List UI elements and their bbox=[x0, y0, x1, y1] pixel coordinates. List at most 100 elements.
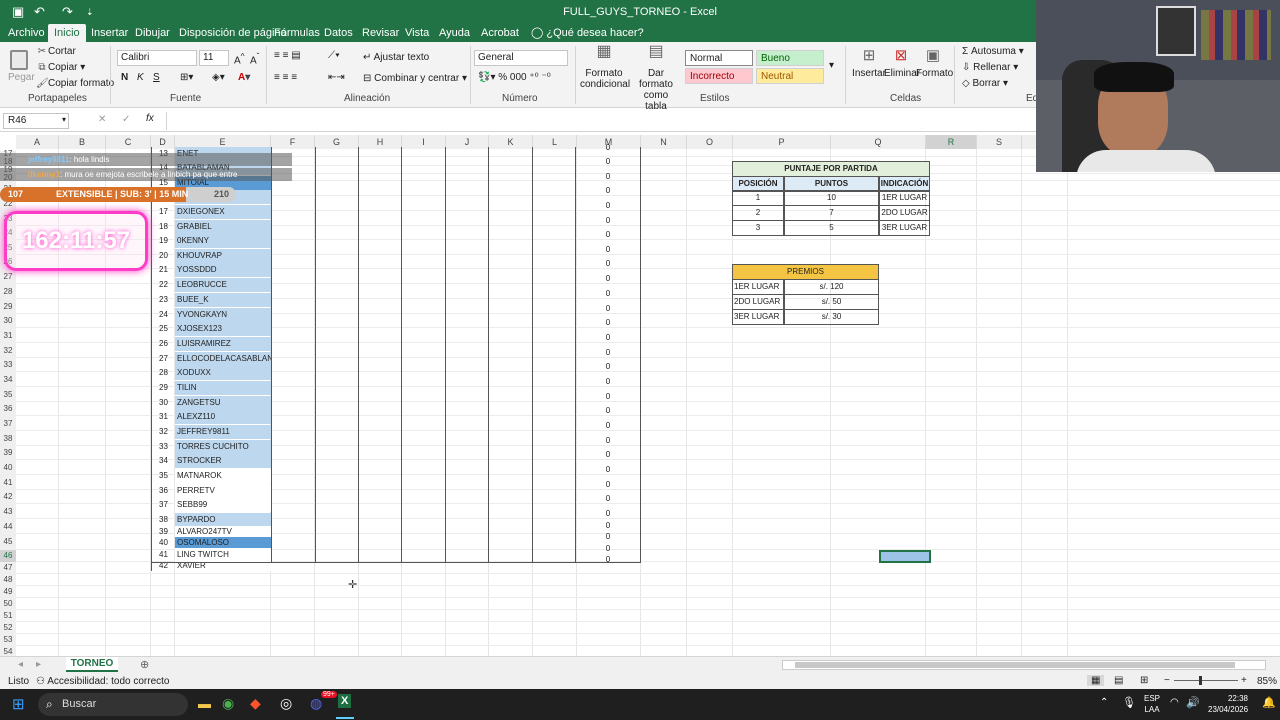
style-bueno[interactable]: Bueno bbox=[756, 50, 824, 66]
copy-button[interactable]: ⧉ Copiar ▾ bbox=[36, 62, 85, 73]
row-header[interactable]: 31 bbox=[0, 328, 16, 343]
font-size-combo[interactable]: 11 bbox=[199, 50, 229, 66]
borders-icon[interactable]: ⊞▾ bbox=[180, 72, 193, 83]
puntaje-cell[interactable]: 3ER LUGAR bbox=[879, 220, 930, 236]
row-header[interactable]: 36 bbox=[0, 402, 16, 416]
indent-icon[interactable]: ⇤⇥ bbox=[328, 72, 345, 83]
clear-button[interactable]: ◇ Borrar ▾ bbox=[962, 78, 1008, 89]
file-explorer-icon[interactable]: ▬ bbox=[198, 696, 211, 711]
row-header[interactable]: 27 bbox=[0, 269, 16, 284]
zoom-in-icon[interactable]: + bbox=[1241, 675, 1247, 686]
tray-chevron-icon[interactable]: ⌃ bbox=[1100, 697, 1108, 708]
windows-start-icon[interactable]: ⊞ bbox=[12, 695, 25, 713]
row-header[interactable]: 33 bbox=[0, 358, 16, 372]
discord-icon[interactable]: ◍ bbox=[310, 695, 322, 712]
autosum-button[interactable]: Σ Autosuma ▾ bbox=[962, 46, 1024, 57]
conditional-format-button[interactable]: ▦ Formato condicional bbox=[580, 44, 630, 91]
wifi-icon[interactable]: ◠ bbox=[1170, 697, 1179, 708]
row-header[interactable]: 48 bbox=[0, 574, 16, 586]
align-left-icon[interactable]: ≡ ≡ ≡ bbox=[274, 72, 297, 83]
premios-title[interactable]: PREMIOS bbox=[732, 264, 879, 280]
bold-button[interactable]: N bbox=[121, 72, 128, 83]
premios-cell[interactable]: 1ER LUGAR bbox=[732, 279, 784, 295]
excel-icon[interactable]: X bbox=[338, 694, 352, 708]
row-header[interactable]: 49 bbox=[0, 586, 16, 598]
row-header[interactable]: 37 bbox=[0, 416, 16, 431]
increase-font-icon[interactable]: A^ bbox=[234, 51, 245, 66]
zoom-out-icon[interactable]: − bbox=[1164, 675, 1170, 686]
row-header[interactable]: 52 bbox=[0, 622, 16, 634]
paste-button[interactable]: Pegar bbox=[8, 50, 35, 83]
font-color-icon[interactable]: A▾ bbox=[238, 72, 250, 83]
style-incorrecto[interactable]: Incorrecto bbox=[685, 68, 753, 84]
tab-insertar[interactable]: Insertar bbox=[85, 24, 134, 42]
row-header[interactable]: 46 bbox=[0, 550, 16, 562]
currency-icon[interactable]: 💱▾ % 000 ⁺⁰ ⁻⁰ bbox=[478, 72, 551, 83]
column-header[interactable]: A bbox=[16, 135, 59, 149]
column-header[interactable]: P bbox=[733, 135, 831, 149]
wrap-text-button[interactable]: ↵ Ajustar texto bbox=[363, 52, 429, 63]
row-header[interactable]: 54 bbox=[0, 646, 16, 656]
row-header[interactable]: 42 bbox=[0, 490, 16, 504]
microphone-icon[interactable]: 🎙 bbox=[1122, 696, 1136, 709]
style-neutral[interactable]: Neutral bbox=[756, 68, 824, 84]
format-painter-button[interactable]: 🖌Copiar formato bbox=[36, 78, 114, 89]
row-header[interactable]: 34 bbox=[0, 372, 16, 387]
row-header[interactable]: 35 bbox=[0, 387, 16, 402]
scrollbar-thumb[interactable] bbox=[795, 662, 1235, 668]
taskbar-search[interactable]: ⌕ Buscar bbox=[38, 693, 188, 716]
orientation-icon[interactable]: ⟋▾ bbox=[328, 50, 340, 61]
premios-cell[interactable]: s/. 30 bbox=[784, 309, 879, 325]
notification-icon[interactable]: 🔔 bbox=[1262, 696, 1276, 709]
row-header[interactable]: 47 bbox=[0, 562, 16, 574]
column-header[interactable]: C bbox=[106, 135, 151, 149]
row-header[interactable]: 44 bbox=[0, 519, 16, 534]
row-header[interactable]: 32 bbox=[0, 343, 16, 358]
enter-icon[interactable]: ✓ bbox=[122, 114, 130, 125]
premios-cell[interactable]: s/. 50 bbox=[784, 294, 879, 310]
number-format-combo[interactable]: General bbox=[474, 50, 568, 66]
tab-vista[interactable]: Vista bbox=[399, 24, 435, 42]
premios-cell[interactable]: s/. 120 bbox=[784, 279, 879, 295]
language-indicator[interactable]: ESP LAA bbox=[1144, 693, 1160, 715]
fill-button[interactable]: ⇩ Rellenar ▾ bbox=[962, 62, 1018, 73]
tell-me-search[interactable]: ◯ ¿Qué desea hacer? bbox=[525, 24, 650, 42]
merge-center-button[interactable]: ⊟ Combinar y centrar ▾ bbox=[363, 73, 467, 84]
column-header[interactable]: B bbox=[59, 135, 106, 149]
tab-inicio[interactable]: Inicio bbox=[48, 24, 86, 42]
horizontal-scrollbar[interactable] bbox=[782, 660, 1266, 670]
premios-cell[interactable]: 3ER LUGAR bbox=[732, 309, 784, 325]
style-normal[interactable]: Normal bbox=[685, 50, 753, 66]
puntaje-cell[interactable]: 7 bbox=[784, 205, 879, 221]
underline-button[interactable]: S bbox=[153, 72, 160, 83]
column-header[interactable]: R bbox=[926, 135, 977, 149]
row-header[interactable]: 30 bbox=[0, 314, 16, 328]
puntaje-cell[interactable]: 2DO LUGAR bbox=[879, 205, 930, 221]
column-header[interactable]: S bbox=[977, 135, 1022, 149]
tab-archivo[interactable]: Archivo bbox=[2, 24, 51, 42]
column-header[interactable]: O bbox=[687, 135, 733, 149]
brave-icon[interactable]: ◆ bbox=[250, 695, 261, 712]
puntaje-cell[interactable]: 1 bbox=[732, 190, 784, 206]
formula-input[interactable] bbox=[166, 112, 1036, 130]
page-break-icon[interactable]: ⊞ bbox=[1140, 675, 1148, 686]
row-header[interactable]: 51 bbox=[0, 610, 16, 622]
add-sheet-icon[interactable]: ⊕ bbox=[140, 658, 149, 671]
puntaje-cell[interactable]: 5 bbox=[784, 220, 879, 236]
row-header[interactable]: 28 bbox=[0, 284, 16, 299]
tab-ayuda[interactable]: Ayuda bbox=[433, 24, 476, 42]
cancel-icon[interactable]: ✕ bbox=[98, 114, 106, 125]
column-header[interactable]: Q bbox=[831, 135, 926, 149]
row-header[interactable]: 40 bbox=[0, 460, 16, 475]
cut-button[interactable]: ✂ Cortar bbox=[36, 46, 76, 57]
format-as-table-button[interactable]: ▤ Dar formato como tabla bbox=[632, 44, 680, 113]
function-icon[interactable]: fx bbox=[146, 113, 154, 124]
row-header[interactable]: 41 bbox=[0, 475, 16, 490]
zoom-level[interactable]: 85% bbox=[1257, 676, 1277, 687]
row-header[interactable]: 43 bbox=[0, 504, 16, 519]
spreadsheet-grid[interactable]: ABCDEFGHIJKLMNOPQRST 1718192021222324252… bbox=[0, 132, 1280, 656]
insert-button[interactable]: ⊞ Insertar bbox=[852, 46, 886, 79]
puntaje-cell[interactable]: 1ER LUGAR bbox=[879, 190, 930, 206]
fill-color-icon[interactable]: ◈▾ bbox=[212, 72, 225, 83]
selected-cell[interactable] bbox=[879, 550, 931, 563]
